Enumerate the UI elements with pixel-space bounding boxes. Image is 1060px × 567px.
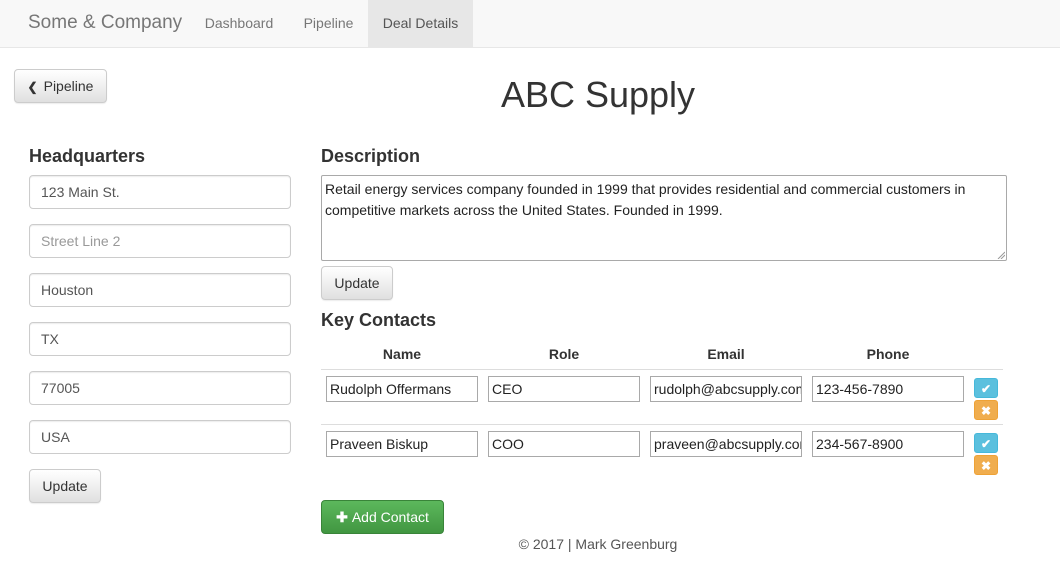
zip-field[interactable]: 77005: [29, 371, 291, 405]
check-icon: ✔: [980, 437, 992, 451]
close-icon: ✖: [980, 459, 992, 473]
contact-name-input[interactable]: Rudolph Offermans: [326, 376, 478, 402]
contact-email-input[interactable]: rudolph@abcsupply.com: [650, 376, 802, 402]
street-line-1-field[interactable]: 123 Main St.: [29, 175, 291, 209]
contact-phone-input[interactable]: 234-567-8900: [812, 431, 964, 457]
table-header-divider: [321, 369, 1003, 370]
add-contact-button[interactable]: ✚ Add Contact: [321, 500, 444, 534]
street-line-2-field[interactable]: Street Line 2: [29, 224, 291, 258]
plus-icon: ✚: [336, 509, 348, 525]
contact-role-input[interactable]: CEO: [488, 376, 640, 402]
footer-text: © 2017 | Mark Greenburg: [518, 536, 678, 552]
country-field[interactable]: USA: [29, 420, 291, 454]
close-icon: ✖: [980, 404, 992, 418]
page-title: ABC Supply: [500, 74, 696, 115]
table-row-divider: [321, 424, 1003, 425]
column-header-name: Name: [382, 346, 422, 362]
contact-role-input[interactable]: COO: [488, 431, 640, 457]
navbar: Some & Company Dashboard Pipeline Deal D…: [0, 0, 1060, 48]
nav-link-deal-details[interactable]: Deal Details: [368, 0, 473, 47]
add-contact-label: Add Contact: [351, 509, 429, 525]
nav-link-pipeline[interactable]: Pipeline: [289, 0, 368, 47]
state-field[interactable]: TX: [29, 322, 291, 356]
save-contact-button[interactable]: ✔: [974, 433, 998, 453]
column-header-email: Email: [707, 346, 745, 362]
headquarters-heading: Headquarters: [29, 146, 146, 166]
column-header-phone: Phone: [866, 346, 910, 362]
key-contacts-heading: Key Contacts: [321, 310, 437, 330]
delete-contact-button[interactable]: ✖: [974, 400, 998, 420]
contact-phone-input[interactable]: 123-456-7890: [812, 376, 964, 402]
check-icon: ✔: [980, 382, 992, 396]
column-header-role: Role: [548, 346, 580, 362]
brand-link[interactable]: Some & Company: [28, 12, 182, 34]
nav-link-dashboard[interactable]: Dashboard: [190, 0, 288, 47]
contact-email-input[interactable]: praveen@abcsupply.com: [650, 431, 802, 457]
contact-name-input[interactable]: Praveen Biskup: [326, 431, 478, 457]
city-field[interactable]: Houston: [29, 273, 291, 307]
headquarters-update-button[interactable]: Update: [29, 469, 101, 503]
resize-handle-icon[interactable]: [997, 251, 1005, 259]
save-contact-button[interactable]: ✔: [974, 378, 998, 398]
delete-contact-button[interactable]: ✖: [974, 455, 998, 475]
description-text: Retail energy services company founded i…: [325, 181, 966, 218]
description-textarea[interactable]: Retail energy services company founded i…: [321, 175, 1007, 261]
description-update-button[interactable]: Update: [321, 266, 393, 300]
description-heading: Description: [321, 146, 421, 166]
